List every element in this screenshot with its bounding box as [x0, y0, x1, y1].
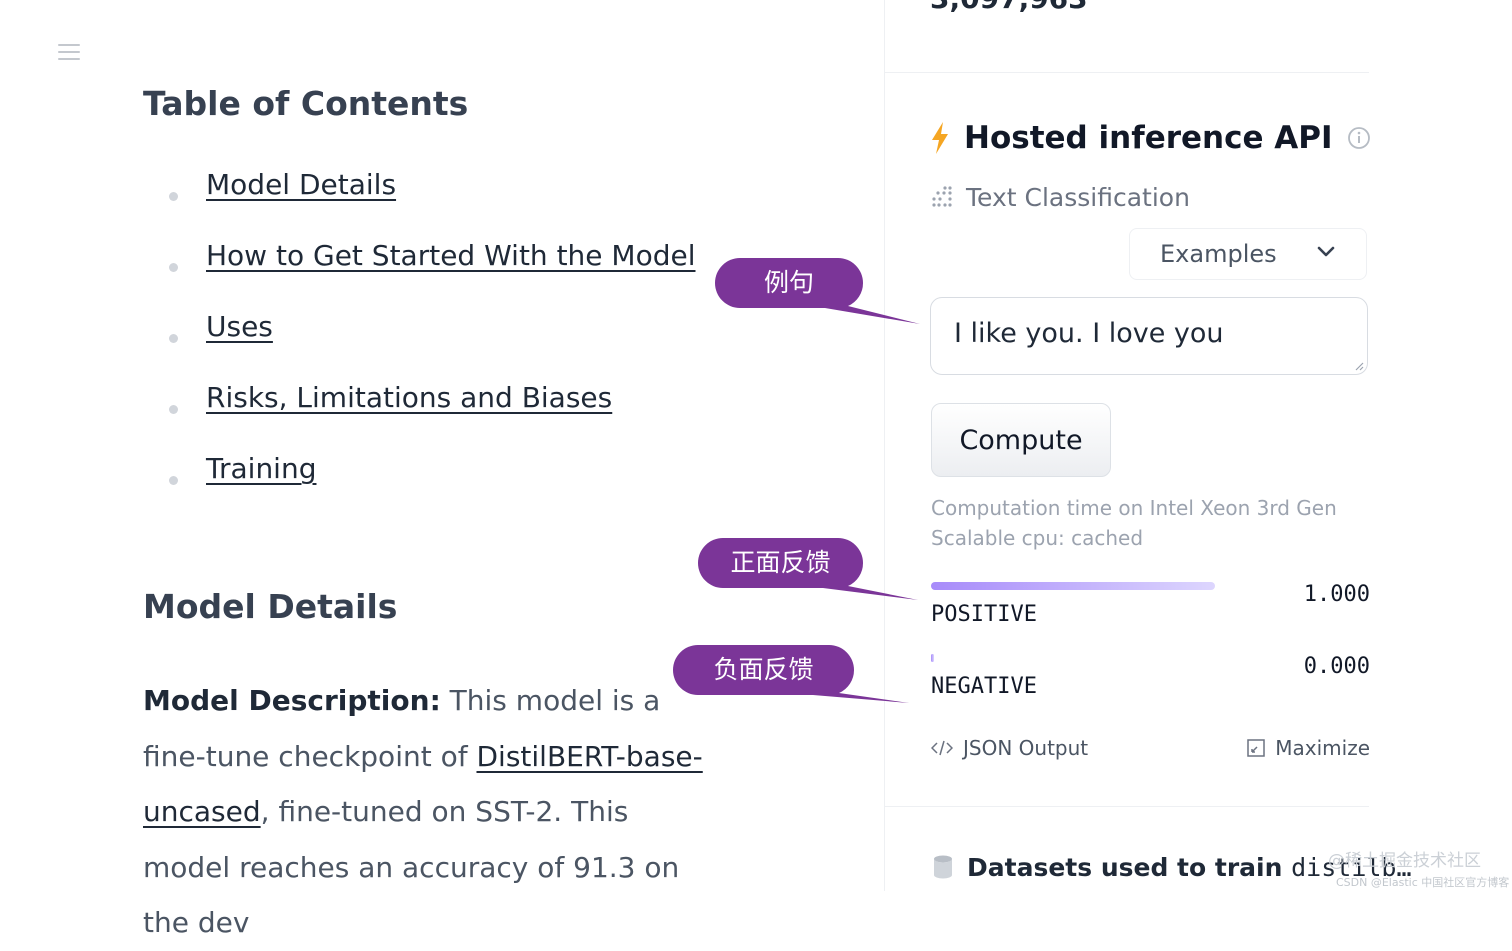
maximize-icon — [1247, 739, 1265, 757]
toc-link-risks[interactable]: Risks, Limitations and Biases — [206, 381, 612, 414]
examples-dropdown[interactable]: Examples — [1129, 228, 1367, 280]
task-type: Text Classification — [930, 180, 1190, 214]
info-icon[interactable] — [1347, 126, 1371, 150]
toc-link-how-to-get-started[interactable]: How to Get Started With the Model — [206, 239, 696, 272]
toc-item: Risks, Limitations and Biases — [143, 381, 696, 452]
inference-sidebar: 3,097,963 Hosted inference API Text Clas… — [885, 0, 1512, 891]
examples-label: Examples — [1160, 240, 1277, 268]
text-classification-icon — [932, 186, 952, 207]
positive-score-bar — [931, 582, 1215, 590]
callout-positive-text: 正面反馈 — [730, 548, 831, 577]
callout-positive: 正面反馈 — [698, 538, 918, 600]
toc-link-training[interactable]: Training — [206, 452, 316, 485]
toc-item: How to Get Started With the Model — [143, 239, 696, 310]
inference-api-header: Hosted inference API — [930, 118, 1371, 158]
negative-score-bar — [931, 654, 934, 662]
toc-item: Training — [143, 452, 696, 523]
toc-item: Uses — [143, 310, 696, 381]
section-divider — [885, 806, 1369, 807]
json-output-label: JSON Output — [963, 736, 1089, 760]
callout-negative: 负面反馈 — [673, 645, 909, 705]
model-description: Model Description: This model is a fine-… — [143, 673, 703, 951]
positive-label: POSITIVE — [931, 602, 1037, 627]
download-count: 3,097,963 — [930, 0, 1088, 15]
model-details-heading: Model Details — [143, 587, 398, 626]
chevron-down-icon — [1317, 246, 1335, 257]
task-label: Text Classification — [966, 182, 1190, 212]
toc-item: Model Details — [143, 168, 696, 239]
model-description-label: Model Description: — [143, 684, 441, 717]
compute-button[interactable]: Compute — [931, 403, 1111, 477]
json-output-button[interactable]: JSON Output — [931, 734, 1088, 762]
datasets-title-text: Datasets used to train — [967, 852, 1283, 882]
api-title: Hosted inference API — [964, 120, 1333, 156]
code-icon — [931, 740, 953, 756]
computation-time: Computation time on Intel Xeon 3rd Gen S… — [931, 496, 1337, 550]
toc-link-model-details[interactable]: Model Details — [206, 168, 396, 201]
maximize-label: Maximize — [1275, 736, 1370, 760]
negative-label: NEGATIVE — [931, 674, 1037, 699]
resize-handle-icon[interactable] — [1354, 361, 1364, 371]
watermark: @稀土掘金技术社区 — [1328, 851, 1481, 871]
toc-link-uses[interactable]: Uses — [206, 310, 273, 343]
database-icon — [934, 855, 952, 879]
negative-score: 0.000 — [1303, 654, 1370, 679]
callout-example-text: 例句 — [763, 268, 814, 297]
callout-example: 例句 — [715, 258, 920, 324]
lightning-bolt-icon — [932, 122, 948, 154]
section-divider — [885, 72, 1369, 73]
model-card-content: Table of Contents Model Details How to G… — [0, 0, 884, 939]
watermark-sub: CSDN @Elastic 中国社区官方博客 — [1336, 876, 1510, 889]
toc-list: Model Details How to Get Started With th… — [143, 168, 696, 523]
toc-title: Table of Contents — [143, 84, 469, 123]
callout-negative-text: 负面反馈 — [713, 655, 814, 684]
menu-icon[interactable] — [58, 44, 80, 60]
positive-score: 1.000 — [1303, 582, 1370, 607]
text-input[interactable]: I like you. I love you — [930, 297, 1368, 375]
maximize-button[interactable]: Maximize — [1247, 734, 1370, 762]
input-value: I like you. I love you — [954, 318, 1224, 349]
